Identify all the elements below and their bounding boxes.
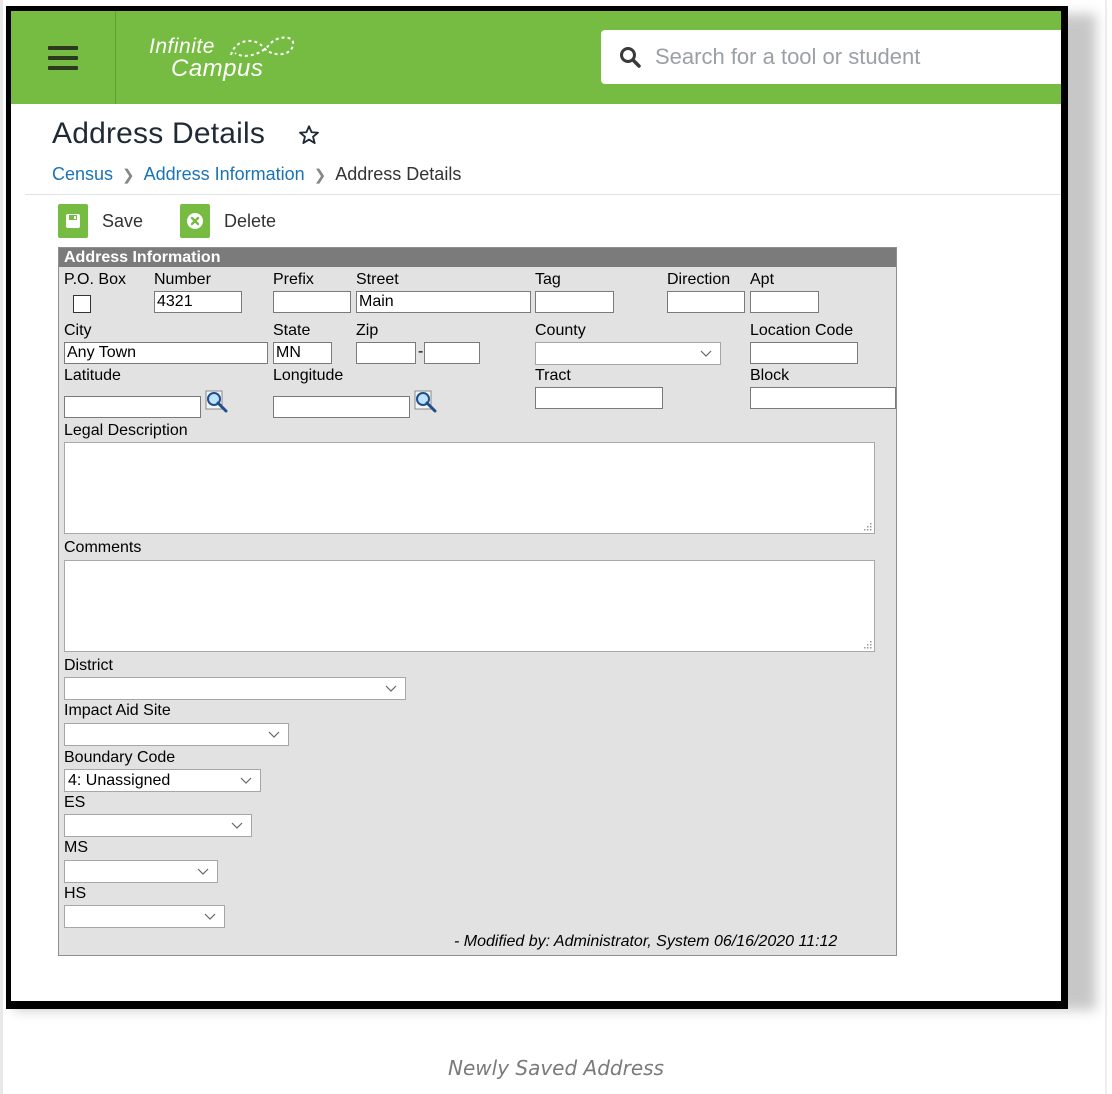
infinite-campus-logo: Infinite Campus	[147, 33, 297, 85]
longitude-label: Longitude	[273, 367, 344, 384]
tag-label: Tag	[535, 271, 561, 288]
apt-label: Apt	[750, 271, 775, 288]
tag-field[interactable]	[535, 291, 614, 313]
save-icon	[58, 204, 88, 238]
state-field[interactable]	[273, 342, 332, 364]
zip-field[interactable]	[356, 342, 416, 364]
panel-header: Address Information	[59, 248, 896, 267]
save-button[interactable]: Save	[58, 201, 143, 241]
street-field[interactable]	[356, 291, 531, 313]
chevron-right-icon: ❯	[122, 167, 135, 184]
hs-select[interactable]	[64, 905, 225, 928]
chevron-down-icon	[231, 822, 243, 829]
es-label: ES	[64, 794, 86, 811]
prefix-field[interactable]	[273, 291, 351, 313]
latitude-field[interactable]	[64, 396, 201, 418]
star-favorite-icon[interactable]	[298, 124, 320, 146]
comments-label: Comments	[64, 539, 142, 556]
hamburger-icon	[48, 43, 78, 73]
breadcrumb-census[interactable]: Census	[52, 164, 113, 184]
chevron-down-icon	[197, 868, 209, 875]
breadcrumb-address-information[interactable]: Address Information	[144, 164, 305, 184]
resize-grip-icon[interactable]	[862, 521, 872, 531]
direction-field[interactable]	[667, 291, 745, 313]
po-box-checkbox[interactable]	[73, 295, 91, 313]
search-box[interactable]	[601, 30, 1061, 84]
delete-icon	[180, 204, 210, 238]
street-label: Street	[356, 271, 399, 288]
latitude-label: Latitude	[64, 367, 121, 384]
delete-label: Delete	[224, 210, 277, 231]
zip4-field[interactable]	[424, 342, 480, 364]
search-icon	[620, 47, 641, 68]
city-label: City	[64, 322, 92, 339]
screenshot-frame: Infinite Campus Address Details Census ❯ A…	[6, 6, 1068, 1009]
address-information-panel: Address Information P.O. Box Number Pref…	[58, 247, 897, 956]
zip-label: Zip	[356, 322, 379, 339]
district-select[interactable]	[64, 677, 406, 700]
district-label: District	[64, 657, 113, 674]
hs-label: HS	[64, 885, 87, 902]
longitude-lookup-icon[interactable]	[413, 389, 439, 413]
zip-separator: -	[418, 343, 424, 360]
modified-by-text: - Modified by: Administrator, System 06/…	[454, 933, 838, 950]
location-code-field[interactable]	[750, 342, 858, 364]
page-title: Address Details	[52, 117, 266, 150]
chevron-down-icon	[268, 731, 280, 738]
divider	[25, 194, 1061, 195]
block-field[interactable]	[750, 387, 896, 409]
number-label: Number	[154, 271, 211, 288]
breadcrumb: Census ❯ Address Information ❯ Address Detai…	[52, 164, 461, 185]
impact-aid-site-label: Impact Aid Site	[64, 702, 171, 719]
apt-field[interactable]	[750, 291, 819, 313]
boundary-code-select[interactable]: 4: Unassigned	[64, 769, 261, 792]
resize-grip-icon[interactable]	[862, 639, 872, 649]
tract-field[interactable]	[535, 387, 663, 409]
tract-label: Tract	[535, 367, 571, 384]
longitude-field[interactable]	[273, 396, 410, 418]
ms-select[interactable]	[64, 860, 218, 883]
legal-description-textarea[interactable]	[64, 442, 875, 534]
search-input[interactable]	[653, 40, 1037, 74]
save-label: Save	[102, 210, 144, 231]
legal-description-label: Legal Description	[64, 422, 188, 439]
page-edge	[0, 0, 3, 1094]
chevron-down-icon	[204, 913, 216, 920]
county-label: County	[535, 322, 586, 339]
po-box-label: P.O. Box	[64, 271, 126, 288]
county-select[interactable]	[535, 342, 721, 365]
state-label: State	[273, 322, 311, 339]
boundary-code-label: Boundary Code	[64, 749, 176, 766]
boundary-code-value: 4: Unassigned	[68, 772, 171, 789]
comments-textarea[interactable]	[64, 560, 875, 652]
city-field[interactable]	[64, 342, 268, 364]
number-field[interactable]	[154, 291, 242, 313]
app-header: Infinite Campus	[11, 11, 1061, 104]
prefix-label: Prefix	[273, 271, 314, 288]
chevron-right-icon: ❯	[313, 167, 327, 184]
chevron-down-icon	[240, 777, 252, 784]
location-code-label: Location Code	[750, 322, 854, 339]
latitude-lookup-icon[interactable]	[204, 389, 230, 413]
direction-label: Direction	[667, 271, 731, 288]
figure-caption: Newly Saved Address	[448, 1056, 664, 1080]
ms-label: MS	[64, 839, 88, 856]
chevron-down-icon	[385, 685, 397, 692]
page-edge	[1105, 0, 1107, 1094]
chevron-down-icon	[700, 350, 712, 357]
infinity-swoosh-icon	[230, 36, 295, 57]
block-label: Block	[750, 367, 790, 384]
breadcrumb-current: Address Details	[335, 164, 462, 184]
impact-aid-site-select[interactable]	[64, 723, 289, 746]
menu-button[interactable]	[11, 11, 116, 104]
es-select[interactable]	[64, 814, 252, 837]
delete-button[interactable]: Delete	[180, 201, 276, 241]
